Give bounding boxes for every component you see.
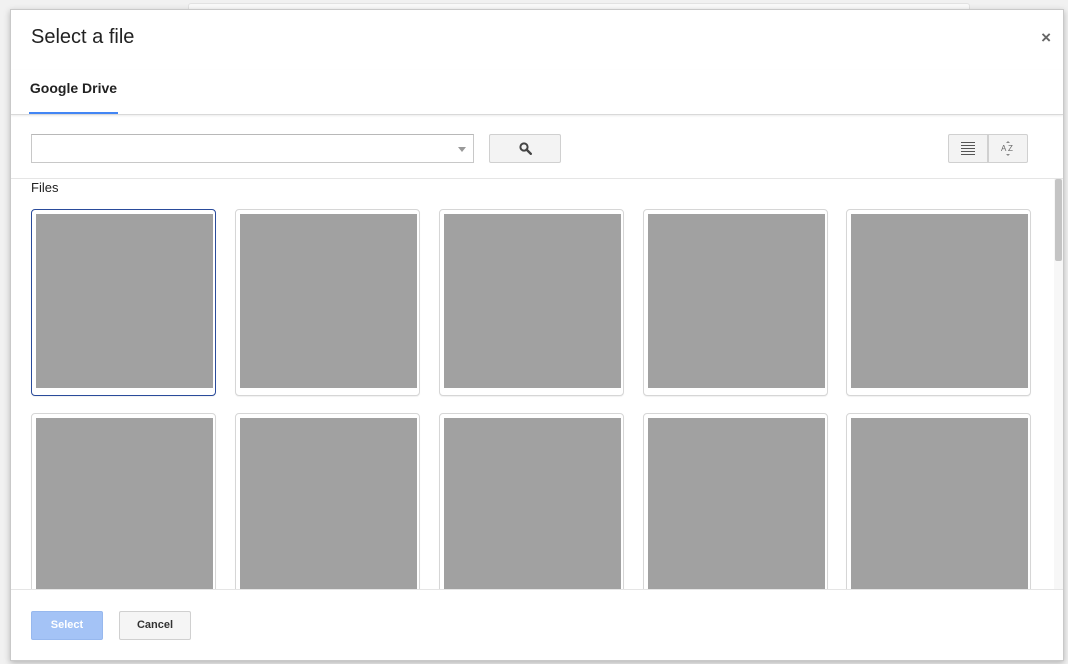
tab-google-drive[interactable]: Google Drive bbox=[29, 70, 118, 114]
file-thumbnail bbox=[851, 418, 1028, 589]
select-button[interactable]: Select bbox=[31, 611, 103, 640]
file-thumbnail bbox=[648, 418, 825, 589]
file-thumbnail bbox=[851, 214, 1028, 388]
sort-az-icon: A Z bbox=[1001, 141, 1013, 156]
file-tile[interactable] bbox=[31, 209, 216, 396]
file-tile[interactable] bbox=[643, 413, 828, 589]
scrollbar[interactable] bbox=[1054, 179, 1063, 589]
file-thumbnail bbox=[36, 214, 213, 388]
file-grid: Files bbox=[11, 179, 1063, 589]
file-thumbnail bbox=[648, 214, 825, 388]
file-tile[interactable] bbox=[235, 209, 420, 396]
dialog-footer: Select Cancel bbox=[11, 589, 1063, 660]
tab-bar: Google Drive bbox=[11, 70, 1063, 115]
file-tile[interactable] bbox=[439, 209, 624, 396]
list-view-icon bbox=[961, 142, 975, 155]
file-thumbnail bbox=[444, 418, 621, 589]
file-tile[interactable] bbox=[643, 209, 828, 396]
search-icon bbox=[519, 142, 532, 155]
file-tile[interactable] bbox=[439, 413, 624, 589]
file-tile[interactable] bbox=[846, 413, 1031, 589]
scrollbar-thumb[interactable] bbox=[1055, 179, 1062, 261]
file-tile[interactable] bbox=[846, 209, 1031, 396]
cancel-button[interactable]: Cancel bbox=[119, 611, 191, 640]
file-tile[interactable] bbox=[235, 413, 420, 589]
dialog-title: Select a file bbox=[31, 26, 135, 48]
list-view-button[interactable] bbox=[948, 134, 988, 163]
search-button[interactable] bbox=[489, 134, 561, 163]
file-thumbnail bbox=[240, 418, 417, 589]
svg-text:A: A bbox=[1001, 144, 1007, 153]
search-input[interactable] bbox=[32, 135, 444, 160]
sort-button[interactable]: A Z bbox=[988, 134, 1028, 163]
files-section-label: Files bbox=[31, 180, 59, 195]
file-thumbnail bbox=[444, 214, 621, 388]
chevron-down-icon[interactable] bbox=[458, 147, 466, 152]
search-field[interactable] bbox=[31, 134, 474, 163]
file-picker-dialog: Select a file × Google Drive A Z Files S… bbox=[10, 9, 1064, 661]
toolbar: A Z bbox=[11, 115, 1063, 179]
close-icon[interactable]: × bbox=[1041, 28, 1051, 48]
file-thumbnail bbox=[240, 214, 417, 388]
svg-text:Z: Z bbox=[1008, 144, 1013, 153]
file-thumbnail bbox=[36, 418, 213, 589]
file-tile[interactable] bbox=[31, 413, 216, 589]
